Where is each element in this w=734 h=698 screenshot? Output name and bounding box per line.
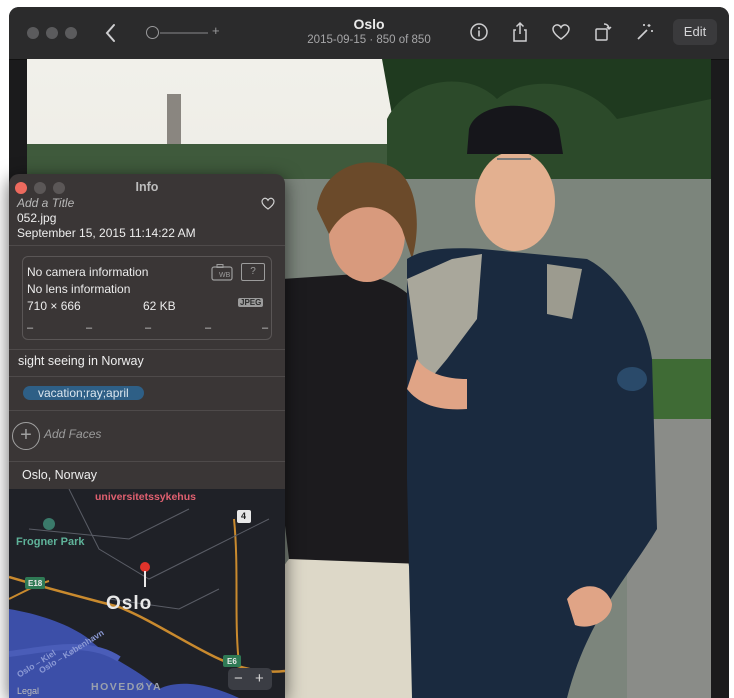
keyword-token[interactable]: vacation;ray;april <box>23 386 144 400</box>
info-icon[interactable] <box>468 21 490 43</box>
map-legal-link[interactable]: Legal <box>17 686 39 696</box>
map-zoom-out-button[interactable]: − <box>234 668 243 690</box>
map-label-island: HOVEDØYA <box>91 681 163 693</box>
image-dimensions: 710 × 666 <box>27 299 81 313</box>
lens-info: No lens information <box>27 282 131 296</box>
location-field[interactable]: Oslo, Norway <box>22 468 97 482</box>
camera-info: No camera information <box>27 265 149 279</box>
map-zoom-control: − + <box>228 668 272 690</box>
info-panel-title: Info <box>135 180 159 194</box>
edit-button[interactable]: Edit <box>673 19 717 45</box>
share-icon[interactable] <box>509 21 531 43</box>
exif-dash: – <box>27 322 34 334</box>
add-faces-plus-icon[interactable]: + <box>12 422 40 450</box>
zoom-slider-track[interactable] <box>160 32 208 34</box>
minimize-window-button[interactable] <box>46 27 58 39</box>
unknown-icon: ? <box>241 263 265 281</box>
rotate-icon[interactable] <box>592 21 614 43</box>
location-map[interactable]: universitetssykehus Frogner Park E18 E6 … <box>9 489 285 698</box>
zoom-in-plus-icon[interactable]: + <box>212 23 220 38</box>
info-panel: Info Add a Title 052.jpg September 15, 2… <box>9 174 285 698</box>
add-faces-label[interactable]: Add Faces <box>44 427 101 441</box>
zoom-window-button[interactable] <box>65 27 77 39</box>
map-label-hospital: universitetssykehus <box>95 491 196 503</box>
exif-dash: – <box>145 322 152 334</box>
photo-position: 850 of 850 <box>376 34 431 46</box>
divider <box>9 376 285 377</box>
exif-dash: – <box>262 322 269 334</box>
add-title-field[interactable]: Add a Title <box>17 196 74 210</box>
capture-date: September 15, 2015 11:14:22 AM <box>17 226 196 240</box>
photo-date: 2015-09-15 <box>307 34 367 46</box>
wb-badge-text: WB <box>219 272 231 279</box>
photo-title: Oslo <box>353 16 385 32</box>
road-sign-4: 4 <box>241 511 247 521</box>
subtitle-separator: · <box>369 34 374 46</box>
road-sign-e18: E18 <box>28 579 43 588</box>
file-size: 62 KB <box>143 299 176 313</box>
zoom-slider-knob[interactable] <box>146 26 159 39</box>
heart-icon[interactable] <box>550 21 572 43</box>
file-name: 052.jpg <box>17 211 57 225</box>
map-label-park: Frogner Park <box>16 536 85 548</box>
back-chevron-icon[interactable] <box>101 21 121 45</box>
map-label-city: Oslo <box>106 593 153 614</box>
exif-dash: – <box>205 322 212 334</box>
exif-dash: – <box>86 322 93 334</box>
favorite-heart-icon[interactable] <box>261 197 275 210</box>
close-window-button[interactable] <box>27 27 39 39</box>
divider <box>9 461 285 462</box>
photo-subtitle: 2015-09-15 · 850 of 850 <box>269 34 469 46</box>
divider <box>9 410 285 411</box>
road-sign-e6: E6 <box>227 657 237 666</box>
format-badge: JPEG <box>238 298 264 307</box>
divider <box>9 349 285 350</box>
magic-wand-icon[interactable] <box>634 21 656 43</box>
caption-field[interactable]: sight seeing in Norway <box>18 354 144 368</box>
divider <box>9 245 285 246</box>
toolbar: + Oslo 2015-09-15 · 850 of 850 Edit <box>9 7 729 60</box>
metadata-box: No camera information No lens informatio… <box>22 256 272 340</box>
camera-wb-icon: WB <box>211 264 233 281</box>
map-zoom-in-button[interactable]: + <box>255 668 264 690</box>
